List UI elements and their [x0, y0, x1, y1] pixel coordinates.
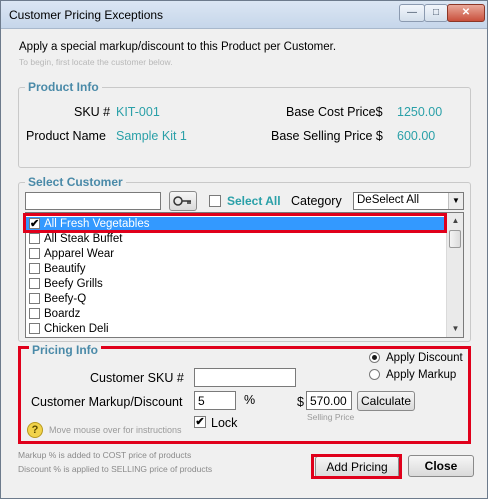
product-info-group: Product Info: [18, 80, 471, 168]
discount-note: Discount % is applied to SELLING price o…: [18, 464, 213, 474]
customer-checkbox[interactable]: [29, 233, 40, 245]
base-cost-value: 1250.00: [397, 105, 443, 119]
close-button[interactable]: Close: [408, 455, 474, 477]
percent-sign: %: [244, 393, 256, 407]
list-item[interactable]: Beefy-Q: [26, 292, 447, 307]
chevron-down-icon[interactable]: ▼: [448, 193, 463, 209]
scroll-up-icon[interactable]: ▲: [447, 213, 463, 229]
sku-label: SKU #: [74, 105, 111, 119]
base-selling-label: Base Selling Price $: [271, 129, 383, 143]
markup-discount-label: Customer Markup/Discount: [31, 395, 183, 409]
customer-search-input[interactable]: [25, 192, 161, 210]
category-dropdown[interactable]: DeSelect All ▼: [353, 192, 464, 210]
customer-name: Beautify: [44, 263, 86, 275]
sku-value: KIT-001: [116, 105, 160, 119]
product-name-label: Product Name: [26, 129, 106, 143]
apply-markup-label[interactable]: Apply Markup: [386, 369, 456, 381]
dollar-sign: $: [297, 395, 304, 409]
list-item[interactable]: Chicken Deli: [26, 322, 447, 337]
title-bar[interactable]: Customer Pricing Exceptions — □ ✕: [1, 1, 487, 29]
customer-list-scrollbar[interactable]: ▲ ▼: [446, 213, 463, 337]
calculate-button[interactable]: Calculate: [357, 391, 415, 411]
intro-text: Apply a special markup/discount to this …: [19, 41, 337, 53]
minimize-button[interactable]: —: [399, 4, 425, 22]
apply-discount-label[interactable]: Apply Discount: [386, 352, 463, 364]
markup-discount-input[interactable]: 5: [194, 391, 236, 410]
window-title: Customer Pricing Exceptions: [9, 8, 164, 22]
list-item[interactable]: All Steak Buffet: [26, 232, 447, 247]
list-item[interactable]: Apparel Wear: [26, 247, 447, 262]
base-selling-value: 600.00: [397, 129, 436, 143]
customer-sku-input[interactable]: [194, 368, 296, 387]
apply-discount-radio[interactable]: [369, 352, 380, 363]
lock-checkbox[interactable]: ✔: [194, 416, 206, 428]
product-name-value: Sample Kit 1: [116, 129, 187, 143]
intro-hint: To begin, first locate the customer belo…: [19, 57, 173, 67]
key-search-icon: [173, 196, 191, 206]
list-item[interactable]: Boardz: [26, 307, 447, 322]
customer-name: Chicken Deli: [44, 323, 109, 335]
lock-label[interactable]: Lock: [211, 416, 237, 430]
customer-checkbox[interactable]: [29, 308, 40, 320]
category-label: Category: [291, 194, 342, 208]
maximize-button[interactable]: □: [424, 4, 448, 22]
list-item[interactable]: Beautify: [26, 262, 447, 277]
customer-checkbox[interactable]: [29, 278, 40, 290]
dialog-window: Customer Pricing Exceptions — □ ✕ Apply …: [0, 0, 488, 499]
product-info-title: Product Info: [25, 80, 102, 94]
select-all-checkbox[interactable]: [209, 195, 221, 207]
add-pricing-highlight: [311, 454, 402, 479]
find-customer-button[interactable]: [169, 191, 197, 211]
pricing-info-title: Pricing Info: [29, 343, 101, 357]
scroll-thumb[interactable]: [449, 230, 461, 248]
base-cost-label: Base Cost Price$: [286, 105, 383, 119]
help-icon[interactable]: ?: [27, 422, 43, 438]
customer-name: All Steak Buffet: [44, 233, 123, 245]
customer-name: Beefy Grills: [44, 278, 103, 290]
selling-price-caption: Selling Price: [307, 412, 355, 422]
close-window-button[interactable]: ✕: [447, 4, 485, 22]
select-all-label[interactable]: Select All: [227, 194, 281, 208]
customer-sku-label: Customer SKU #: [90, 371, 184, 385]
customer-name: Apparel Wear: [44, 248, 115, 260]
customer-checkbox[interactable]: [29, 323, 40, 335]
apply-markup-radio[interactable]: [369, 369, 380, 380]
customer-checkbox[interactable]: [29, 248, 40, 260]
select-customer-title: Select Customer: [25, 175, 126, 189]
help-text: Move mouse over for instructions: [49, 425, 182, 435]
selling-price-input[interactable]: 570.00: [306, 391, 352, 410]
customer-checkbox[interactable]: [29, 263, 40, 275]
selected-customer-highlight: [23, 213, 447, 233]
customer-name: Boardz: [44, 308, 81, 320]
list-item[interactable]: Beefy Grills: [26, 277, 447, 292]
customer-name: Beefy-Q: [44, 293, 87, 305]
category-value: DeSelect All: [357, 194, 420, 206]
customer-checkbox[interactable]: [29, 293, 40, 305]
markup-note: Markup % is added to COST price of produ…: [18, 450, 192, 460]
scroll-down-icon[interactable]: ▼: [447, 321, 463, 337]
